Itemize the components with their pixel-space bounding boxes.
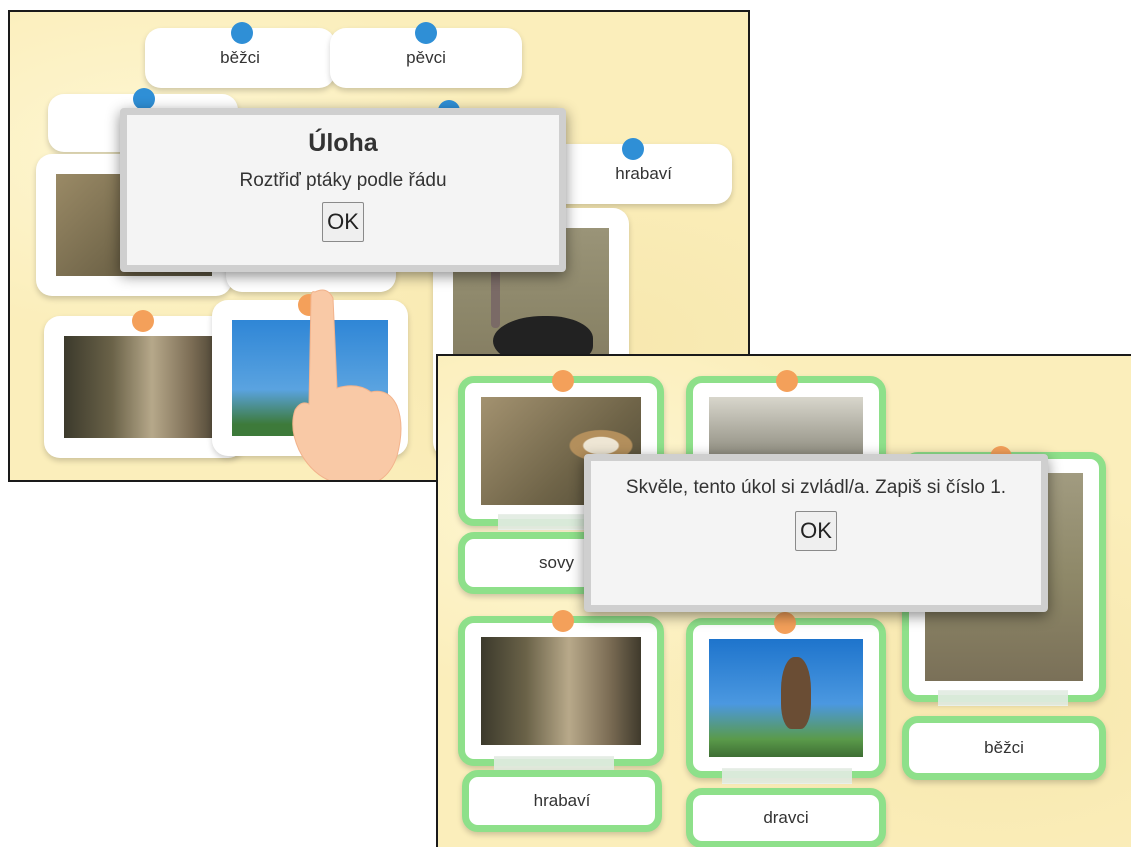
image-card-pheasant[interactable] <box>458 616 664 766</box>
connector-dot[interactable] <box>231 22 253 44</box>
label-card-bezci[interactable]: běžci <box>902 716 1106 780</box>
pheasant-photo <box>64 336 224 438</box>
label-text: hrabaví <box>533 791 591 810</box>
ostrich-neck <box>491 268 500 328</box>
hawk-silhouette <box>781 657 811 729</box>
connector-dot[interactable] <box>552 610 574 632</box>
connector-dot[interactable] <box>552 370 574 392</box>
label-card-dravci[interactable]: dravci <box>686 788 886 847</box>
task-dialog: Úloha Roztřiď ptáky podle řádu OK <box>120 108 566 272</box>
dialog-message: Roztřiď ptáky podle řádu <box>239 170 447 191</box>
connector-dot[interactable] <box>132 310 154 332</box>
label-text: sovy <box>539 553 574 572</box>
ok-button[interactable]: OK <box>795 511 837 551</box>
task-panel-complete: sovy běžci hrabaví dravci Skvěle, tento … <box>436 354 1131 847</box>
label-text: běžci <box>220 48 260 67</box>
tape-strip <box>938 690 1068 706</box>
connector-dot[interactable] <box>133 88 155 110</box>
pheasant-photo <box>481 637 641 745</box>
dialog-message: Skvěle, tento úkol si zvládl/a. Zapiš si… <box>625 477 1007 498</box>
label-text: pěvci <box>406 48 446 67</box>
label-text: dravci <box>763 808 809 827</box>
connector-dot[interactable] <box>622 138 644 160</box>
hawk-photo <box>709 639 863 757</box>
dialog-title: Úloha <box>308 129 378 157</box>
image-card-hawk[interactable] <box>686 618 886 778</box>
label-card-hrabavi[interactable]: hrabaví <box>462 770 662 832</box>
connector-dot[interactable] <box>415 22 437 44</box>
label-text: běžci <box>984 738 1024 757</box>
connector-dot[interactable] <box>774 612 796 634</box>
connector-dot[interactable] <box>776 370 798 392</box>
success-dialog: Skvěle, tento úkol si zvládl/a. Zapiš si… <box>584 454 1048 612</box>
label-text: hrabaví <box>615 164 672 183</box>
tape-strip <box>722 768 852 784</box>
hand-pointer-icon <box>292 289 402 480</box>
ok-button[interactable]: OK <box>322 202 364 242</box>
